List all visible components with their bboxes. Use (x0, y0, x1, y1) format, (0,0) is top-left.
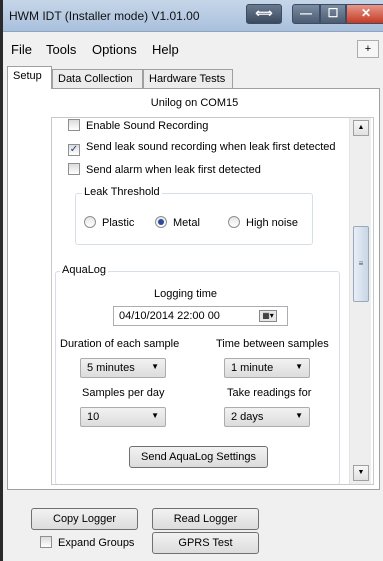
setup-panel: Unilog on COM15 Enable Sound Recording ✓… (7, 88, 380, 490)
logging-time-picker[interactable]: 04/10/2014 22:00 00 ▦▾ (113, 306, 288, 326)
radio-plastic[interactable]: Plastic (84, 216, 134, 229)
chevron-down-icon: ▼ (295, 411, 303, 420)
aqualog-legend: AquaLog (60, 264, 109, 276)
checkbox-box (68, 163, 80, 175)
checkbox-label: Enable Sound Recording (86, 120, 209, 132)
leak-threshold-group: Leak Threshold Plastic Metal High noise (75, 186, 313, 245)
radio-circle (228, 216, 240, 228)
menu-options[interactable]: Options (92, 42, 137, 57)
menu-tools[interactable]: Tools (46, 42, 76, 57)
title-bar[interactable]: HWM IDT (Installer mode) V1.01.00 ⟺ — ☐ … (3, 0, 383, 32)
close-button[interactable]: ✕ (346, 4, 383, 24)
resize-arrows-button[interactable]: ⟺ (246, 4, 282, 24)
bottom-actions: Copy Logger Read Logger Expand Groups GP… (6, 492, 383, 561)
tab-hardware-tests[interactable]: Hardware Tests (143, 69, 233, 88)
copy-logger-button[interactable]: Copy Logger (31, 508, 138, 530)
duration-select[interactable]: 5 minutes ▼ (80, 358, 166, 378)
chevron-down-icon: ▼ (151, 411, 159, 420)
chevron-down-icon: ▼ (151, 362, 159, 371)
expand-groups-checkbox[interactable]: Expand Groups (40, 536, 134, 549)
radio-circle (84, 216, 96, 228)
checkbox-label: Send leak sound recording when leak firs… (86, 141, 336, 153)
take-readings-value: 2 days (231, 411, 264, 423)
scroll-thumb[interactable]: ≡ (353, 226, 369, 302)
vertical-scrollbar[interactable]: ▲ ≡ ▼ (349, 118, 371, 484)
radio-label: Plastic (102, 217, 135, 229)
radio-label: High noise (246, 217, 298, 229)
menu-help[interactable]: Help (152, 42, 179, 57)
enable-sound-recording-checkbox[interactable]: Enable Sound Recording (68, 119, 208, 132)
maximize-button[interactable]: ☐ (320, 4, 346, 24)
device-label: Unilog on COM15 (150, 97, 239, 109)
minimize-button[interactable]: — (292, 4, 320, 24)
radio-circle-selected (155, 216, 167, 228)
between-samples-label: Time between samples (216, 338, 329, 350)
radio-metal[interactable]: Metal (155, 216, 200, 229)
checkbox-box (68, 119, 80, 131)
send-alarm-checkbox[interactable]: Send alarm when leak first detected (68, 163, 261, 176)
calendar-icon[interactable]: ▦▾ (259, 310, 277, 322)
tab-data-collection[interactable]: Data Collection (52, 69, 143, 88)
radio-high-noise[interactable]: High noise (228, 216, 298, 229)
leak-threshold-legend: Leak Threshold (82, 186, 162, 198)
duration-value: 5 minutes (87, 362, 135, 374)
samples-per-day-value: 10 (87, 411, 100, 423)
tab-setup[interactable]: Setup (7, 66, 52, 89)
logging-time-value: 04/10/2014 22:00 00 (119, 310, 220, 322)
chevron-down-icon: ▼ (295, 362, 303, 371)
logging-time-label: Logging time (154, 288, 217, 300)
main-window: HWM IDT (Installer mode) V1.01.00 ⟺ — ☐ … (0, 0, 383, 561)
window-title: HWM IDT (Installer mode) V1.01.00 (9, 9, 200, 23)
plus-button[interactable]: + (357, 40, 379, 58)
checkbox-box (40, 536, 52, 548)
menu-bar: File Tools Options Help + (3, 38, 383, 60)
arrow-down-icon[interactable]: ▼ (353, 465, 369, 481)
between-samples-select[interactable]: 1 minute ▼ (224, 358, 310, 378)
settings-scroll-area: Enable Sound Recording ✓ Send leak sound … (51, 117, 374, 485)
checkbox-label: Expand Groups (58, 537, 135, 549)
samples-per-day-select[interactable]: 10 ▼ (80, 407, 166, 427)
between-samples-value: 1 minute (231, 362, 274, 374)
samples-per-day-label: Samples per day (82, 387, 165, 399)
read-logger-button[interactable]: Read Logger (152, 508, 259, 530)
checkbox-label: Send alarm when leak first detected (86, 164, 261, 176)
menu-file[interactable]: File (11, 42, 32, 57)
checkmark-icon: ✓ (68, 144, 80, 156)
take-readings-select[interactable]: 2 days ▼ (224, 407, 310, 427)
take-readings-label: Take readings for (227, 387, 312, 399)
arrow-up-icon[interactable]: ▲ (353, 120, 369, 136)
send-leak-sound-checkbox[interactable]: ✓ Send leak sound recording when leak fir… (68, 141, 336, 156)
duration-label: Duration of each sample (60, 338, 180, 350)
gprs-test-button[interactable]: GPRS Test (152, 532, 259, 554)
radio-label: Metal (173, 217, 200, 229)
send-aqualog-settings-button[interactable]: Send AquaLog Settings (129, 446, 268, 468)
